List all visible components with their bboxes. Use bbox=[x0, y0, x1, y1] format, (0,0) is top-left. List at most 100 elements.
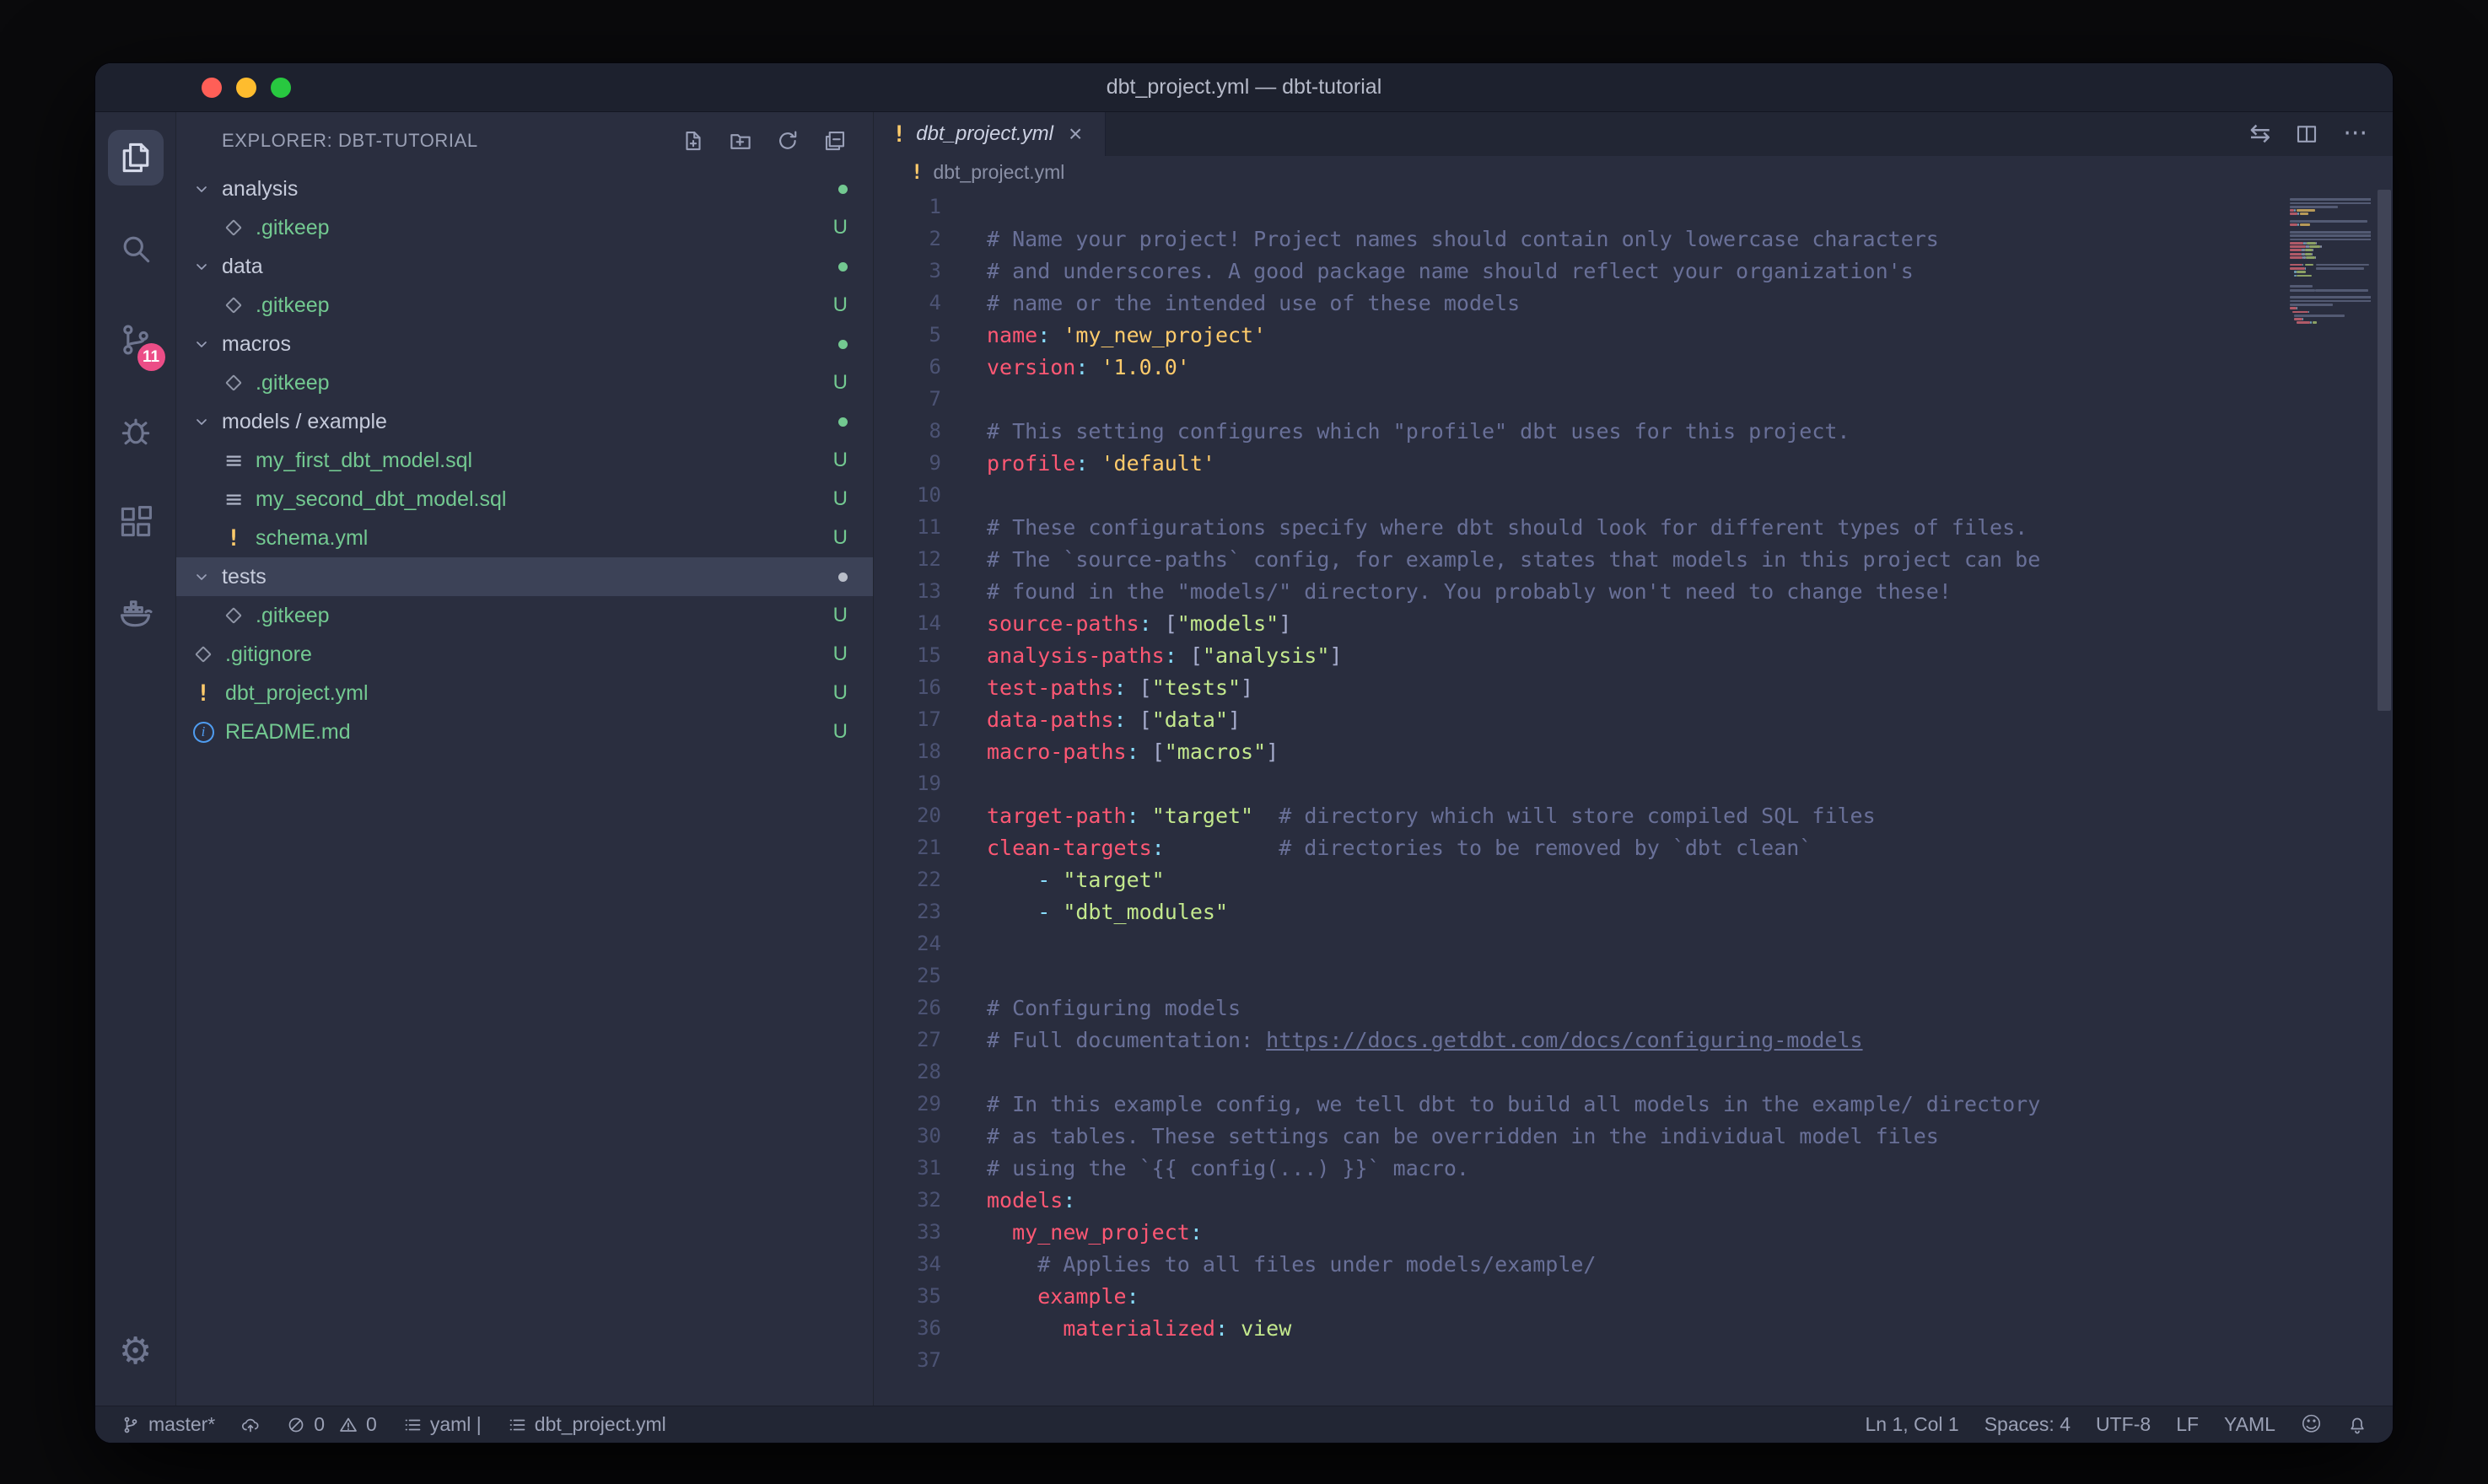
more-actions-button[interactable]: ··· bbox=[2343, 121, 2367, 147]
sync-changes-button[interactable] bbox=[240, 1415, 261, 1435]
code-line-29[interactable]: 29# In this example config, we tell dbt … bbox=[874, 1088, 2283, 1120]
breadcrumb-item-file[interactable]: dbt_project.yml bbox=[933, 161, 1064, 184]
yaml-language-status[interactable]: yaml | bbox=[402, 1413, 482, 1436]
code-line-15[interactable]: 15analysis-paths: ["analysis"] bbox=[874, 639, 2283, 671]
active-file-status[interactable]: dbt_project.yml bbox=[507, 1413, 666, 1436]
code-line-26[interactable]: 26# Configuring models bbox=[874, 992, 2283, 1024]
minimap-segment bbox=[2307, 242, 2316, 245]
activity-item-extensions[interactable] bbox=[95, 476, 176, 567]
line-text: version: '1.0.0' bbox=[968, 355, 1190, 379]
code-line-13[interactable]: 13# found in the "models/" directory. Yo… bbox=[874, 575, 2283, 607]
code-line-11[interactable]: 11# These configurations specify where d… bbox=[874, 511, 2283, 543]
code-line-20[interactable]: 20target-path: "target" # directory whic… bbox=[874, 799, 2283, 831]
minimize-button[interactable] bbox=[236, 78, 256, 98]
code-line-36[interactable]: 36 materialized: view bbox=[874, 1312, 2283, 1344]
close-button[interactable] bbox=[202, 78, 222, 98]
minimap[interactable] bbox=[2290, 195, 2371, 329]
tab-dbt-project-yml[interactable]: ! dbt_project.yml × bbox=[874, 112, 1106, 156]
tree-item-label: .gitkeep bbox=[256, 371, 330, 395]
tree-folder-data[interactable]: data bbox=[176, 247, 873, 286]
code-area[interactable]: 12# Name your project! Project names sho… bbox=[874, 188, 2393, 1406]
code-line-31[interactable]: 31# using the `{{ config(...) }}` macro. bbox=[874, 1152, 2283, 1184]
code-line-22[interactable]: 22 - "target" bbox=[874, 863, 2283, 895]
code-line-3[interactable]: 3# and underscores. A good package name … bbox=[874, 255, 2283, 287]
code-content[interactable]: 12# Name your project! Project names sho… bbox=[874, 191, 2283, 1406]
activity-item-docker[interactable] bbox=[95, 567, 176, 659]
code-line-17[interactable]: 17data-paths: ["data"] bbox=[874, 703, 2283, 735]
new-file-button[interactable] bbox=[676, 123, 711, 159]
notifications-button[interactable] bbox=[2347, 1415, 2367, 1435]
language-mode[interactable]: YAML bbox=[2224, 1413, 2275, 1436]
indentation-setting[interactable]: Spaces: 4 bbox=[1984, 1413, 2071, 1436]
collapse-all-button[interactable] bbox=[817, 123, 853, 159]
code-line-18[interactable]: 18macro-paths: ["macros"] bbox=[874, 735, 2283, 767]
modified-indicator-dot bbox=[838, 417, 848, 427]
activity-item-search[interactable] bbox=[95, 203, 176, 294]
tree-file-gitkeep[interactable]: .gitkeepU bbox=[176, 286, 873, 325]
code-line-4[interactable]: 4# name or the intended use of these mod… bbox=[874, 287, 2283, 319]
code-line-35[interactable]: 35 example: bbox=[874, 1280, 2283, 1312]
tree-folder-macros[interactable]: macros bbox=[176, 325, 873, 363]
code-line-2[interactable]: 2# Name your project! Project names shou… bbox=[874, 223, 2283, 255]
code-line-8[interactable]: 8# This setting configures which "profil… bbox=[874, 415, 2283, 447]
code-line-34[interactable]: 34 # Applies to all files under models/e… bbox=[874, 1248, 2283, 1280]
code-line-16[interactable]: 16test-paths: ["tests"] bbox=[874, 671, 2283, 703]
eol-setting[interactable]: LF bbox=[2176, 1413, 2199, 1436]
breadcrumb[interactable]: ! dbt_project.yml bbox=[874, 156, 2393, 188]
code-line-5[interactable]: 5name: 'my_new_project' bbox=[874, 319, 2283, 351]
code-line-37[interactable]: 37 bbox=[874, 1344, 2283, 1376]
tree-file-gitkeep[interactable]: .gitkeepU bbox=[176, 363, 873, 402]
code-line-23[interactable]: 23 - "dbt_modules" bbox=[874, 895, 2283, 928]
code-line-28[interactable]: 28 bbox=[874, 1056, 2283, 1088]
cursor-position[interactable]: Ln 1, Col 1 bbox=[1865, 1413, 1958, 1436]
tree-file-readme-md[interactable]: iREADME.mdU bbox=[176, 712, 873, 751]
tree-folder-analysis[interactable]: analysis bbox=[176, 169, 873, 208]
code-line-9[interactable]: 9profile: 'default' bbox=[874, 447, 2283, 479]
tree-file-schema-yml[interactable]: !schema.ymlU bbox=[176, 519, 873, 557]
code-line-21[interactable]: 21clean-targets: # directories to be rem… bbox=[874, 831, 2283, 863]
tree-file-my-second-dbt-model-sql[interactable]: ≡my_second_dbt_model.sqlU bbox=[176, 480, 873, 519]
titlebar[interactable]: dbt_project.yml — dbt-tutorial bbox=[95, 63, 2393, 112]
tree-file-gitkeep[interactable]: .gitkeepU bbox=[176, 596, 873, 635]
line-number: 3 bbox=[874, 259, 968, 282]
code-line-6[interactable]: 6version: '1.0.0' bbox=[874, 351, 2283, 383]
line-number: 28 bbox=[874, 1060, 968, 1083]
split-editor-button[interactable] bbox=[2294, 121, 2319, 147]
activity-item-explorer[interactable] bbox=[95, 112, 176, 203]
code-line-30[interactable]: 30# as tables. These settings can be ove… bbox=[874, 1120, 2283, 1152]
tree-file-gitignore[interactable]: .gitignoreU bbox=[176, 635, 873, 674]
code-line-27[interactable]: 27# Full documentation: https://docs.get… bbox=[874, 1024, 2283, 1056]
scrollbar-thumb[interactable] bbox=[2378, 190, 2391, 711]
tree-folder-tests[interactable]: tests bbox=[176, 557, 873, 596]
tree-folder-models-example[interactable]: models / example bbox=[176, 402, 873, 441]
code-line-24[interactable]: 24 bbox=[874, 928, 2283, 960]
code-line-7[interactable]: 7 bbox=[874, 383, 2283, 415]
code-line-10[interactable]: 10 bbox=[874, 479, 2283, 511]
feedback-button[interactable]: ☺ bbox=[2301, 1413, 2322, 1436]
code-token: analysis-paths bbox=[987, 643, 1165, 668]
branch-indicator[interactable]: master* bbox=[121, 1413, 215, 1436]
new-folder-button[interactable] bbox=[723, 123, 758, 159]
activity-item-settings[interactable]: ⚙ bbox=[95, 1306, 176, 1397]
refresh-button[interactable] bbox=[770, 123, 805, 159]
code-line-32[interactable]: 32models: bbox=[874, 1184, 2283, 1216]
zoom-button[interactable] bbox=[271, 78, 291, 98]
code-line-14[interactable]: 14source-paths: ["models"] bbox=[874, 607, 2283, 639]
warnings-indicator[interactable]: 0 bbox=[338, 1413, 377, 1436]
close-icon[interactable]: × bbox=[1069, 121, 1082, 148]
tree-file-dbt-project-yml[interactable]: !dbt_project.ymlU bbox=[176, 674, 873, 712]
activity-item-source-control[interactable]: 11 bbox=[95, 294, 176, 385]
code-line-12[interactable]: 12# The `source-paths` config, for examp… bbox=[874, 543, 2283, 575]
activity-item-run-debug[interactable] bbox=[95, 385, 176, 476]
tree-file-gitkeep[interactable]: .gitkeepU bbox=[176, 208, 873, 247]
errors-indicator[interactable]: 0 bbox=[286, 1413, 325, 1436]
encoding-setting[interactable]: UTF-8 bbox=[2096, 1413, 2151, 1436]
open-changes-button[interactable]: ⇆ bbox=[2249, 121, 2270, 147]
code-line-25[interactable]: 25 bbox=[874, 960, 2283, 992]
code-line-33[interactable]: 33 my_new_project: bbox=[874, 1216, 2283, 1248]
code-token bbox=[987, 1220, 1012, 1245]
code-line-1[interactable]: 1 bbox=[874, 191, 2283, 223]
tree-file-my-first-dbt-model-sql[interactable]: ≡my_first_dbt_model.sqlU bbox=[176, 441, 873, 480]
scrollbar[interactable] bbox=[2376, 188, 2393, 1406]
code-line-19[interactable]: 19 bbox=[874, 767, 2283, 799]
